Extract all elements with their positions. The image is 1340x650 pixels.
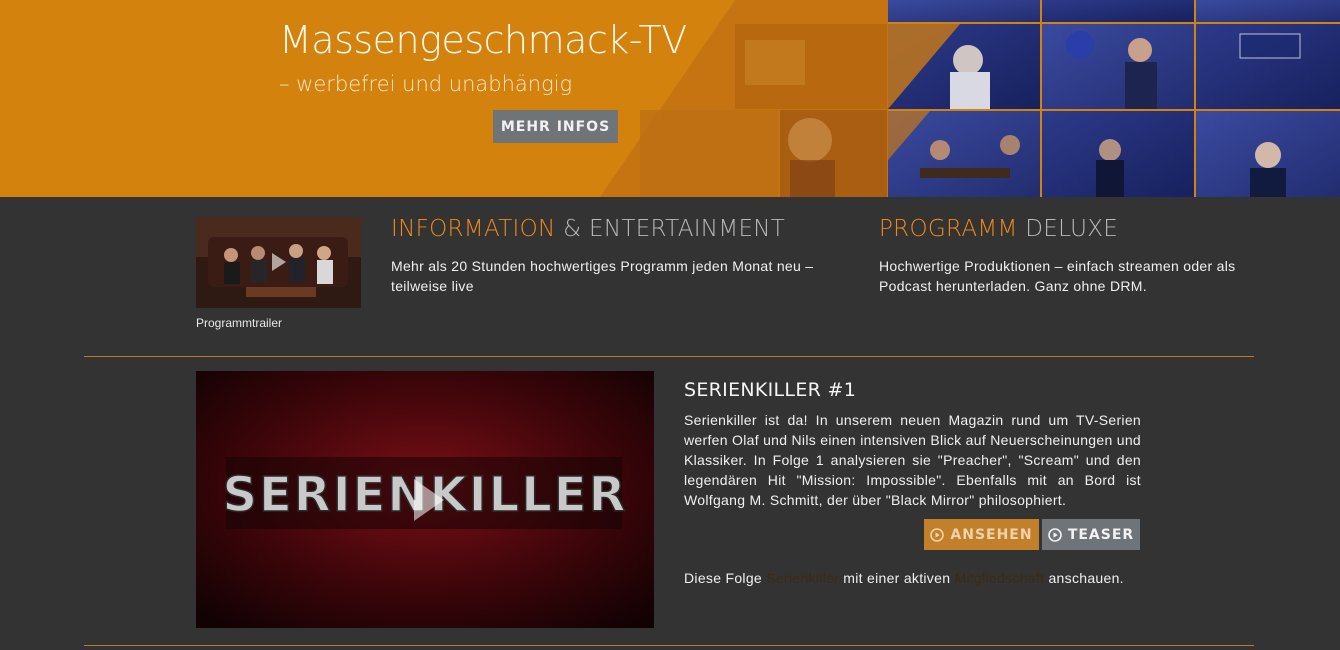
hero-subtitle: – werbefrei und unabhängig xyxy=(279,72,573,96)
episode-title: SERIENKILLER #1 xyxy=(684,379,857,401)
serienkiller-link[interactable]: Serienkiller xyxy=(766,570,839,586)
membership-link[interactable]: Mitgliedschaft xyxy=(954,570,1044,586)
feature-title-accent: INFORMATION xyxy=(391,216,556,242)
trailer-caption: Programmtrailer xyxy=(196,316,283,330)
feature-title-rest: & ENTERTAINMENT xyxy=(555,216,786,242)
episode-video-player[interactable]: SERIENKILLER xyxy=(196,371,654,628)
feature-title: PROGRAMM DELUXE xyxy=(879,216,1249,242)
watch-button-label: ANSEHEN xyxy=(950,526,1033,543)
note-middle: mit einer aktiven xyxy=(839,570,955,586)
feature-title-accent: PROGRAMM xyxy=(879,216,1018,242)
feature-text: Hochwertige Produktionen – einfach strea… xyxy=(879,258,1236,294)
teaser-button-label: TEASER xyxy=(1067,526,1135,543)
watch-button[interactable]: ANSEHEN xyxy=(924,519,1039,550)
episode-description: Serienkiller ist da! In unserem neuen Ma… xyxy=(684,412,1141,508)
membership-note: Diese Folge Serienkiller mit einer aktiv… xyxy=(684,570,1124,586)
hero-banner: Massengeschmack-TV – werbefrei und unabh… xyxy=(0,0,1340,197)
hero-title: Massengeschmack-TV xyxy=(279,18,687,62)
feature-title-rest: DELUXE xyxy=(1017,216,1119,242)
note-prefix: Diese Folge xyxy=(684,570,767,586)
trailer-image xyxy=(196,217,361,308)
play-circle-icon xyxy=(1048,527,1062,542)
note-suffix: anschauen. xyxy=(1044,570,1124,586)
teaser-button[interactable]: TEASER xyxy=(1042,519,1140,550)
play-circle-icon xyxy=(930,527,945,542)
feature-information: INFORMATION & ENTERTAINMENT Mehr als 20 … xyxy=(391,216,831,296)
feature-title: INFORMATION & ENTERTAINMENT xyxy=(391,216,831,242)
feature-programm: PROGRAMM DELUXE Hochwertige Produktionen… xyxy=(879,216,1249,296)
program-trailer-thumbnail[interactable] xyxy=(196,217,361,308)
section-divider xyxy=(84,645,1254,646)
more-info-button[interactable]: MEHR INFOS xyxy=(493,110,618,143)
episode-video-thumbnail: SERIENKILLER xyxy=(196,371,654,628)
section-divider xyxy=(84,356,1254,357)
feature-text: Mehr als 20 Stunden hochwertiges Program… xyxy=(391,258,814,294)
